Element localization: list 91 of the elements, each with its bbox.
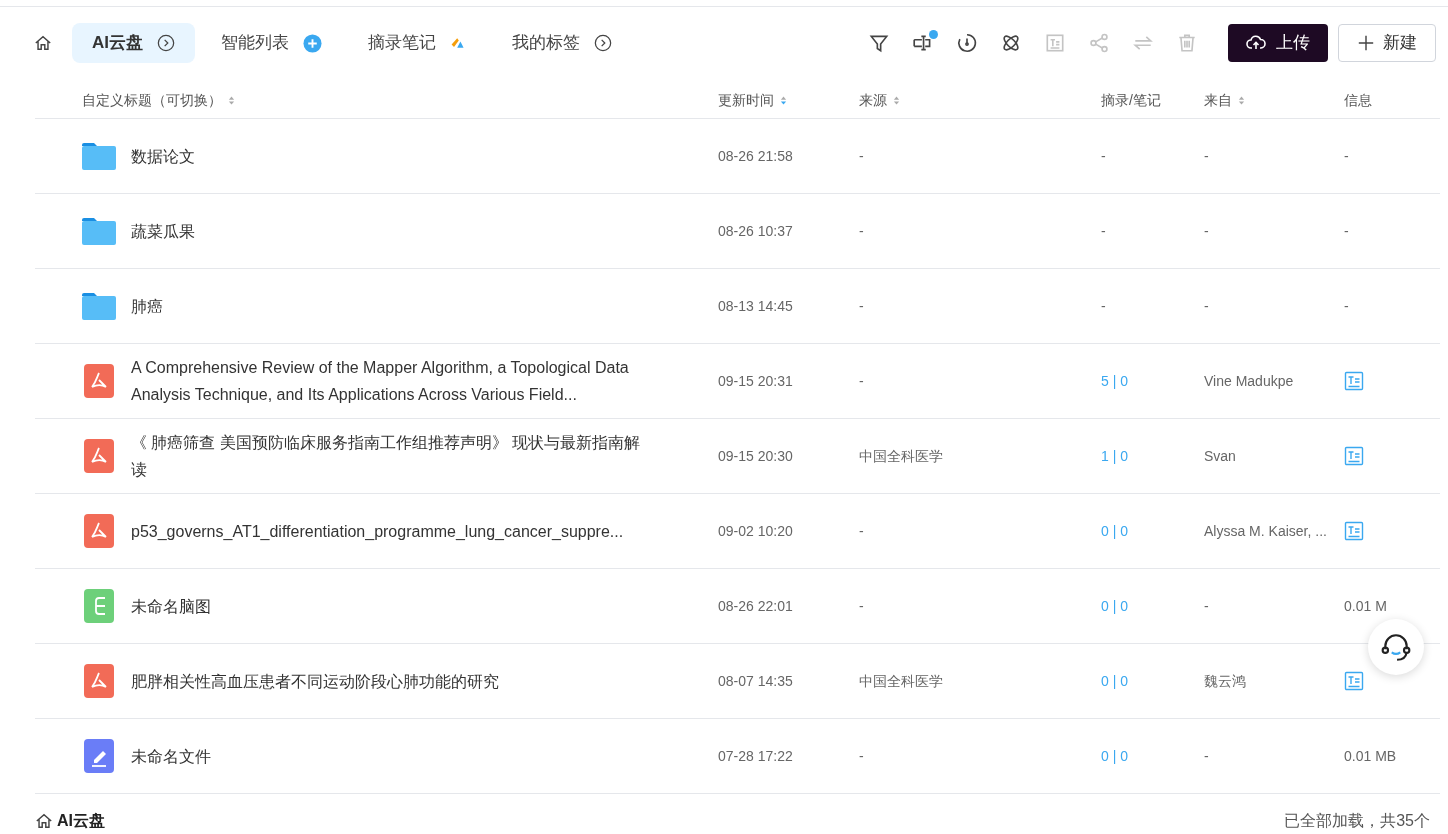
column-header[interactable]: 自定义标题（可切换） — [82, 90, 222, 111]
file-name[interactable]: 肥胖相关性高血压患者不同运动阶段心肺功能的研究 — [131, 667, 643, 695]
sort-icon[interactable] — [893, 95, 900, 106]
table-cell: 08-26 22:01 — [718, 597, 793, 614]
table-cell: - — [1204, 147, 1209, 164]
pdf-icon — [82, 664, 116, 698]
table-cell: 08-26 21:58 — [718, 147, 793, 164]
column-header[interactable]: 更新时间 — [718, 90, 774, 111]
document-icon[interactable] — [1344, 371, 1364, 391]
chevron-right-icon — [594, 34, 612, 52]
pdf-icon — [82, 514, 116, 548]
table-cell: - — [1204, 747, 1209, 764]
table-cell: Alyssa M. Kaiser, ... — [1204, 522, 1327, 539]
column-header[interactable]: 来源 — [859, 90, 887, 111]
table-cell: - — [859, 147, 864, 164]
headset-icon — [1380, 631, 1412, 663]
document-icon[interactable] — [1344, 521, 1364, 541]
home-icon[interactable] — [34, 34, 52, 52]
column-header[interactable]: 摘录/笔记 — [1101, 90, 1161, 111]
support-button[interactable] — [1368, 619, 1424, 675]
timer-icon[interactable] — [956, 32, 978, 54]
table-cell: - — [1344, 297, 1349, 314]
pdf-icon — [82, 439, 116, 473]
sort-icon[interactable] — [1238, 95, 1245, 106]
table-cell: 09-15 20:31 — [718, 372, 793, 389]
table-cell: 08-26 10:37 — [718, 222, 793, 239]
pdf-icon — [82, 364, 116, 398]
sort-icon[interactable] — [228, 95, 235, 106]
table-cell: 中国全科医学 — [859, 672, 943, 689]
table-cell: - — [859, 522, 864, 539]
table-cell: 魏云鸿 — [1204, 672, 1246, 689]
table-cell: 0.01 MB — [1344, 747, 1397, 764]
note-count: - — [1101, 297, 1106, 314]
file-name[interactable]: 《 肺癌筛查 美国预防临床服务指南工作组推荐声明》 现状与最新指南解读 — [131, 429, 643, 483]
table-cell: 0.01 M — [1344, 597, 1387, 614]
note-count: 1 | 0 — [1101, 447, 1128, 464]
file-name[interactable]: 蔬菜瓜果 — [131, 217, 643, 245]
table-cell: 08-07 14:35 — [718, 672, 793, 689]
table-cell: - — [1204, 222, 1209, 239]
table-cell: - — [859, 222, 864, 239]
file-name[interactable]: 未命名脑图 — [131, 592, 643, 620]
column-header[interactable]: 来自 — [1204, 90, 1232, 111]
breadcrumb[interactable]: AI云盘 — [57, 811, 105, 831]
table-cell: Svan — [1204, 447, 1236, 464]
note-count: 0 | 0 — [1101, 597, 1128, 614]
file-name[interactable]: A Comprehensive Review of the Mapper Algorithm, a Topological Data Analysis Technique, and Its Applications Across Various Field... — [131, 354, 643, 408]
note-count: 0 | 0 — [1101, 672, 1128, 689]
mind-map-icon — [82, 589, 116, 623]
load-status: 已全部加载，共35个 — [1284, 811, 1430, 831]
tab[interactable]: 我的标签 — [492, 23, 632, 63]
table-cell: - — [1344, 222, 1349, 239]
table-cell: 中国全科医学 — [859, 447, 943, 464]
table-cell: 09-02 10:20 — [718, 522, 793, 539]
table-cell: 08-13 14:45 — [718, 297, 793, 314]
tab[interactable]: 摘录笔记 — [348, 23, 486, 63]
note-count: 0 | 0 — [1101, 747, 1128, 764]
note-count: - — [1101, 147, 1106, 164]
atom-icon[interactable] — [1000, 32, 1022, 54]
tab[interactable]: AI云盘 — [72, 23, 195, 63]
table-cell: - — [1344, 147, 1349, 164]
table-cell: - — [1204, 597, 1209, 614]
file-name[interactable]: 未命名文件 — [131, 742, 643, 770]
table-cell: - — [859, 372, 864, 389]
table-cell: 07-28 17:22 — [718, 747, 793, 764]
table-cell: - — [1204, 297, 1209, 314]
note-count: 5 | 0 — [1101, 372, 1128, 389]
document-icon[interactable] — [1344, 671, 1364, 691]
new-button[interactable]: 新建 — [1338, 24, 1436, 62]
column-header[interactable]: 信息 — [1344, 90, 1372, 111]
table-cell: Vine Madukpe — [1204, 372, 1294, 389]
tab[interactable]: 智能列表 — [201, 23, 342, 63]
folder-icon — [82, 142, 116, 170]
document-icon[interactable] — [1344, 446, 1364, 466]
home-icon[interactable] — [35, 812, 53, 830]
upload-button[interactable]: 上传 — [1228, 24, 1328, 62]
folder-icon — [82, 292, 116, 320]
folder-icon — [82, 217, 116, 245]
note-icon — [82, 739, 116, 773]
table-cell: 09-15 20:30 — [718, 447, 793, 464]
table-cell: - — [859, 747, 864, 764]
table-cell: - — [859, 597, 864, 614]
plus-icon — [1357, 34, 1375, 52]
sort-icon[interactable] — [780, 95, 787, 106]
note-count: 0 | 0 — [1101, 522, 1128, 539]
plus-icon — [303, 33, 322, 53]
chevron-right-icon — [157, 34, 175, 52]
table-cell: - — [859, 297, 864, 314]
note-count: - — [1101, 222, 1106, 239]
file-name[interactable]: p53_governs_AT1_differentiation_programme_lung_cancer_suppre... — [131, 517, 643, 545]
file-name[interactable]: 肺癌 — [131, 292, 643, 320]
file-name[interactable]: 数据论文 — [131, 142, 643, 170]
